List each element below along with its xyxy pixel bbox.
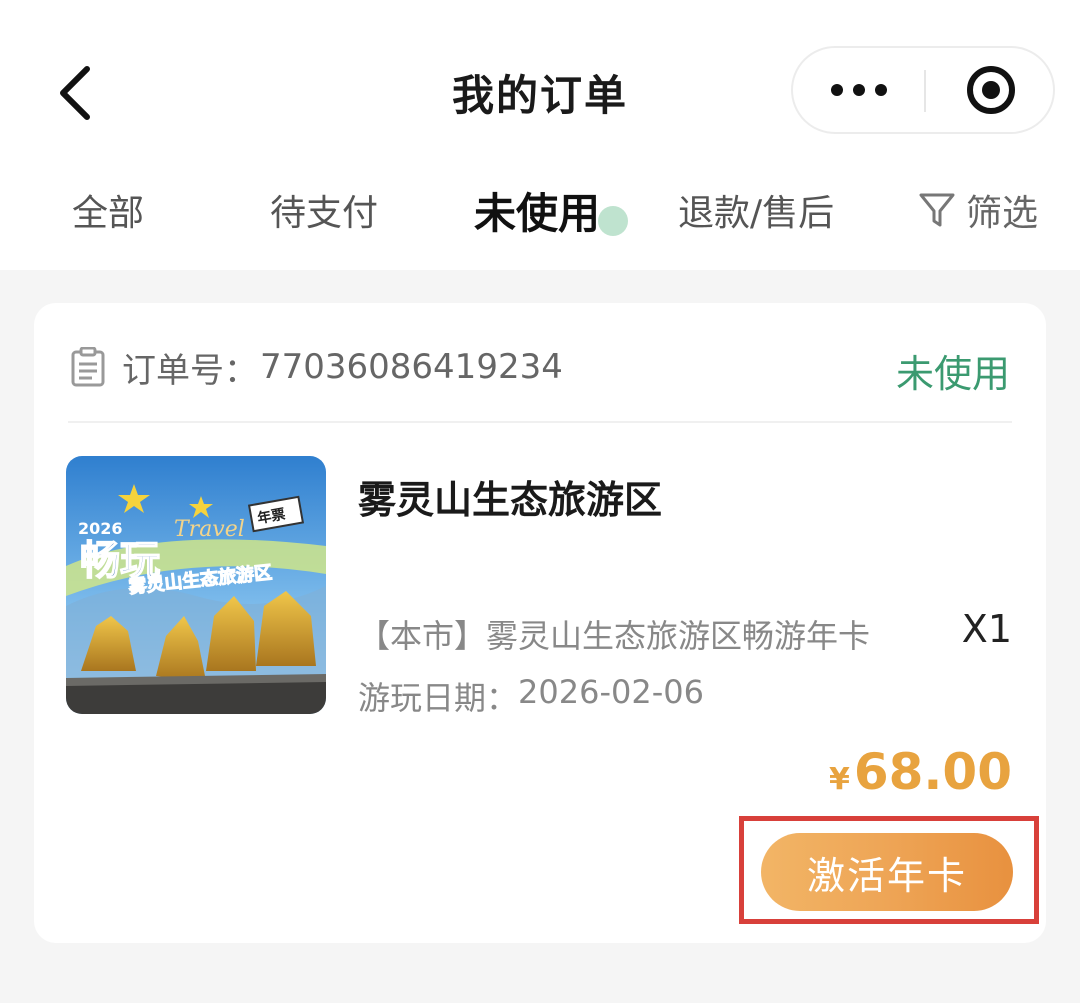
divider <box>68 421 1012 423</box>
tab-pending-payment[interactable]: 待支付 <box>270 184 378 236</box>
activate-annual-card-button[interactable]: 激活年卡 <box>761 833 1013 911</box>
more-button[interactable] <box>793 48 925 132</box>
order-number-row: 订单号： 77036086419234 未使用 <box>70 343 1010 396</box>
tab-unused[interactable]: 未使用 <box>474 180 600 241</box>
tab-all[interactable]: 全部 <box>72 184 144 236</box>
clipboard-icon <box>71 347 105 387</box>
product-image: 2026 畅玩 Travel 年票 雾灵山生态旅游区 <box>66 456 326 714</box>
thumbnail-script: Travel <box>174 517 245 542</box>
target-circle-icon <box>966 66 1015 114</box>
thumbnail-year: 2026 <box>78 519 123 538</box>
active-tab-indicator <box>598 206 628 236</box>
tab-refund-aftersale[interactable]: 退款/售后 <box>678 184 834 236</box>
play-date-value: 2026-02-06 <box>518 673 704 711</box>
play-date-label: 游玩日期： <box>358 679 519 717</box>
order-number: 77036086419234 <box>260 347 563 387</box>
order-card[interactable]: 订单号： 77036086419234 未使用 2026 畅玩 Travel 年… <box>34 303 1046 943</box>
price-currency: ¥ <box>828 762 850 797</box>
play-date-row: 游玩日期： 2026-02-06 <box>358 673 704 719</box>
mini-program-capsule <box>791 46 1055 134</box>
more-dots-icon <box>831 84 887 96</box>
funnel-icon <box>919 193 955 227</box>
order-tabs: 全部 待支付 未使用 退款/售后 筛选 <box>0 170 1080 250</box>
order-number-label: 订单号： <box>122 350 258 391</box>
product-name: 雾灵山生态旅游区 <box>358 478 663 522</box>
quantity: X1 <box>961 607 1012 651</box>
top-header: 我的订单 全部 待支付 未使用 退款/售后 筛选 <box>0 0 1080 270</box>
filter-label: 筛选 <box>966 193 1039 234</box>
price: ¥ 68.00 <box>829 743 1012 801</box>
filter-button[interactable]: 筛选 <box>918 184 1038 236</box>
product-description: 【本市】雾灵山生态旅游区畅游年卡 <box>358 617 871 655</box>
close-mini-program-button[interactable] <box>926 48 1055 132</box>
price-amount: 68.00 <box>853 743 1012 801</box>
product-thumbnail[interactable]: 2026 畅玩 Travel 年票 雾灵山生态旅游区 <box>66 456 326 714</box>
order-status: 未使用 <box>895 352 1010 396</box>
